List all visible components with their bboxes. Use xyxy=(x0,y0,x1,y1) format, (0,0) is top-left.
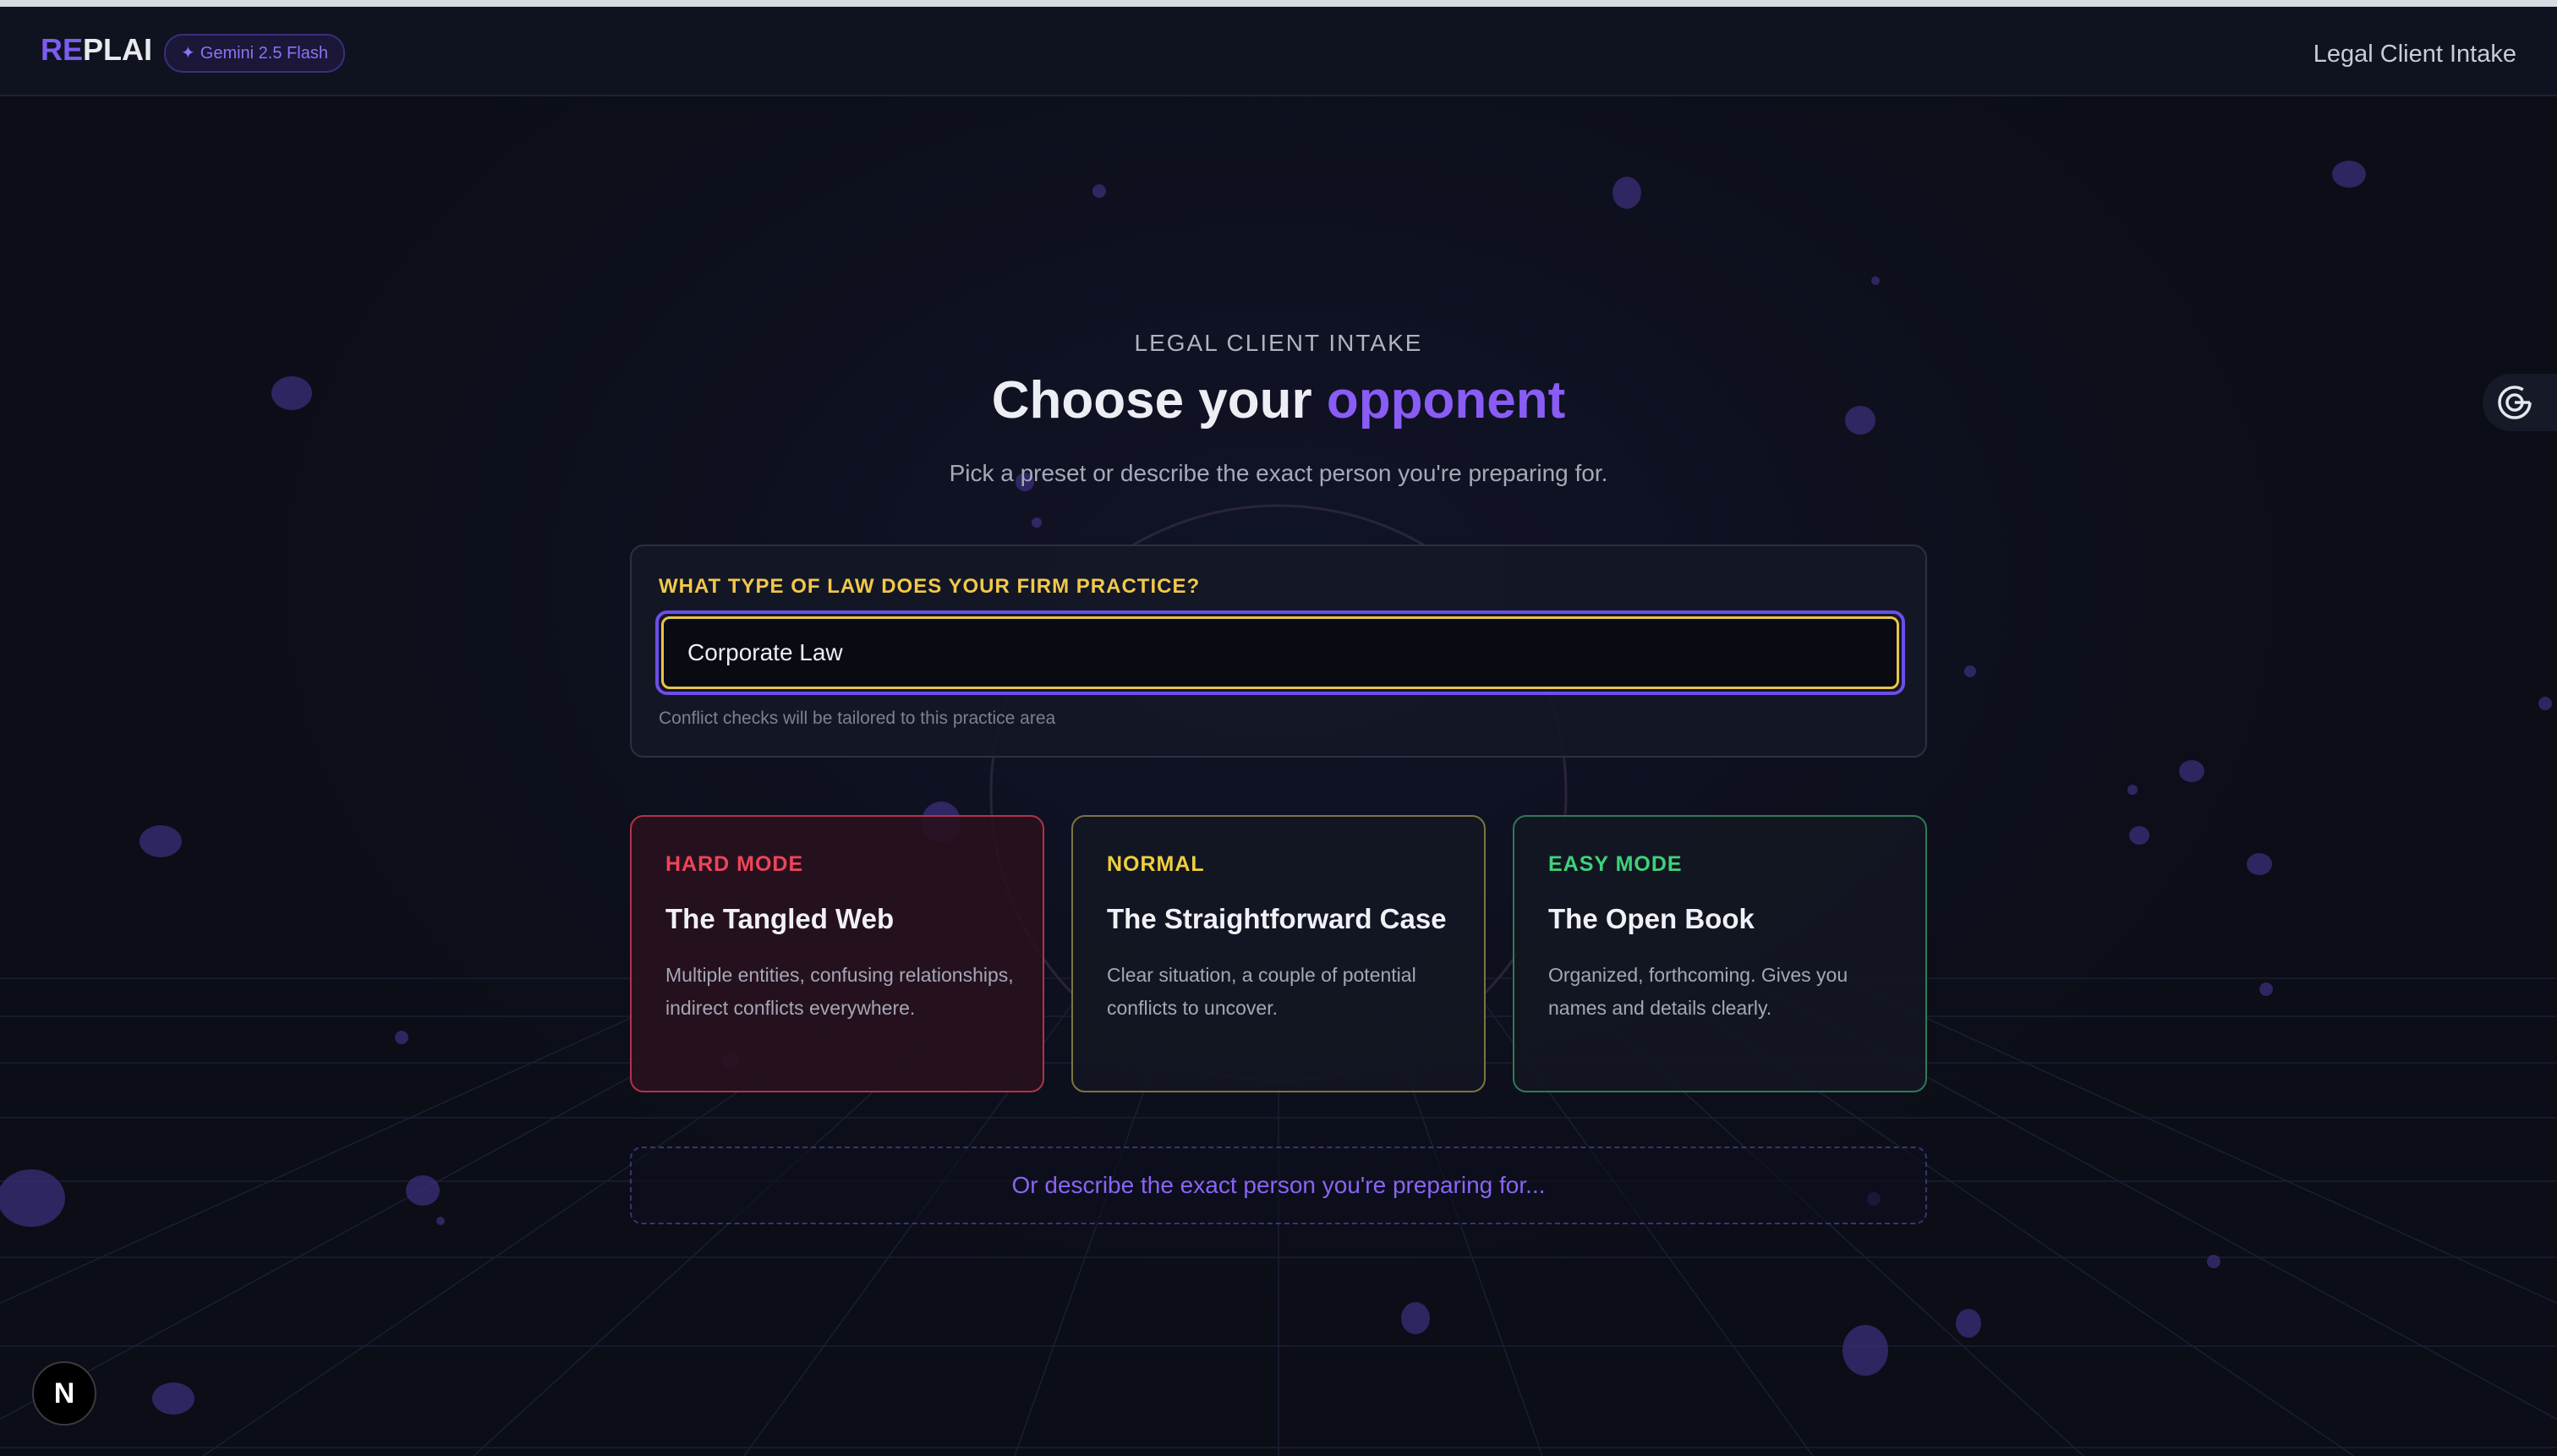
practice-area-input[interactable] xyxy=(661,616,1899,689)
describe-custom-opponent-button[interactable]: Or describe the exact person you're prep… xyxy=(630,1147,1927,1224)
title-accent: opponent xyxy=(1326,371,1566,430)
target-icon xyxy=(2498,386,2532,419)
top-header: REPLAI ✦ Gemini 2.5 Flash Legal Client In… xyxy=(0,7,2557,96)
practice-area-input-wrapper xyxy=(655,610,1905,695)
side-tool-button[interactable] xyxy=(2483,374,2557,431)
card-description: Clear situation, a couple of potential c… xyxy=(1107,964,1416,1019)
card-easy-mode[interactable]: EASY MODE The Open Book Organized, forth… xyxy=(1513,815,1927,1092)
practice-area-label: WHAT TYPE OF LAW DOES YOUR FIRM PRACTICE… xyxy=(659,575,1201,598)
card-normal-mode[interactable]: NORMAL The Straightforward Case Clear si… xyxy=(1071,815,1486,1092)
page-title: Choose your opponent xyxy=(0,370,2557,430)
header-page-title: Legal Client Intake xyxy=(2313,41,2516,68)
card-tag: EASY MODE xyxy=(1548,852,1683,876)
card-tag: NORMAL xyxy=(1107,852,1205,876)
sparkle-icon: ✦ xyxy=(181,44,195,63)
dev-indicator-button[interactable]: N xyxy=(32,1361,96,1426)
page-subtitle: Pick a preset or describe the exact pers… xyxy=(949,460,1608,486)
background-decoration xyxy=(0,161,2557,1456)
model-badge: ✦ Gemini 2.5 Flash xyxy=(164,34,345,73)
card-description: Multiple entities, confusing relationshi… xyxy=(665,964,1014,1019)
card-title: The Straightforward Case xyxy=(1107,903,1447,934)
card-description: Organized, forthcoming. Gives you names … xyxy=(1548,964,1848,1019)
card-tag: HARD MODE xyxy=(665,852,804,876)
app-logo[interactable]: REPLAI xyxy=(41,32,152,68)
logo-plai: PLAI xyxy=(83,32,153,67)
logo-re: RE xyxy=(41,32,84,67)
browser-top-strip xyxy=(0,0,2557,7)
card-hard-mode[interactable]: HARD MODE The Tangled Web Multiple entit… xyxy=(630,815,1044,1092)
model-badge-label: Gemini 2.5 Flash xyxy=(200,44,328,63)
eyebrow-label: LEGAL CLIENT INTAKE xyxy=(1134,330,1423,356)
card-title: The Open Book xyxy=(1548,903,1755,934)
card-title: The Tangled Web xyxy=(665,903,895,934)
practice-area-panel: WHAT TYPE OF LAW DOES YOUR FIRM PRACTICE… xyxy=(630,545,1927,758)
title-start: Choose your xyxy=(991,371,1327,430)
practice-area-hint: Conflict checks will be tailored to this… xyxy=(659,709,1056,728)
app-stage: REPLAI ✦ Gemini 2.5 Flash Legal Client In… xyxy=(0,0,2557,1456)
